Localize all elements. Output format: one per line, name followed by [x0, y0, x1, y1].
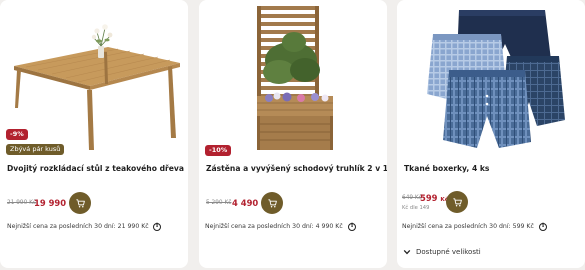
club-price: Kč dle 149 — [402, 205, 430, 211]
old-price: 5 290 Kč — [206, 200, 232, 206]
old-price: 21 990 Kč — [7, 200, 37, 206]
lowest-price-note: Nejnižší cena za posledních 30 dní: 599 … — [402, 223, 534, 230]
available-sizes-toggle[interactable]: Dostupné velikosti — [403, 248, 481, 256]
product-image-boxers[interactable] — [397, 0, 585, 156]
product-title[interactable]: Dvojitý rozkládací stůl z teakového dřev… — [7, 164, 185, 173]
low-stock-badge: Zbývá pár kusů — [6, 144, 65, 155]
lowest-price-note: Nejnižší cena za posledních 30 dní: 4 99… — [205, 223, 343, 230]
product-image-table[interactable] — [0, 0, 188, 156]
product-card-planter[interactable]: -10% Zástěna a vyvýšený schodový truhlík… — [199, 0, 387, 268]
add-to-cart-button[interactable] — [446, 191, 468, 213]
product-grid: -9% Zbývá pár kusů Dvojitý rozkládací st… — [0, 0, 585, 270]
cart-icon — [75, 198, 85, 207]
discount-badge: -9% — [6, 129, 28, 140]
current-price: 599 Kč — [420, 193, 448, 203]
discount-badge: -10% — [205, 145, 232, 156]
available-sizes-label: Dostupné velikosti — [416, 248, 481, 256]
cart-icon — [267, 198, 277, 207]
chevron-down-icon — [403, 249, 411, 255]
price-value: 19 990 — [34, 198, 67, 208]
lowest-price-note: Nejnižší cena za posledních 30 dní: 21 9… — [7, 223, 149, 230]
product-title[interactable]: Zástěna a vyvýšený schodový truhlík 2 v … — [206, 164, 387, 173]
old-price: 649 Kč — [402, 195, 422, 201]
add-to-cart-button[interactable] — [261, 192, 283, 214]
cart-icon — [452, 197, 462, 206]
info-icon[interactable]: i — [539, 223, 547, 231]
product-title[interactable]: Tkané boxerky, 4 ks — [404, 164, 582, 173]
info-icon[interactable]: i — [153, 223, 161, 231]
info-icon[interactable]: i — [348, 223, 356, 231]
add-to-cart-button[interactable] — [69, 192, 91, 214]
product-card-boxers[interactable]: Tkané boxerky, 4 ks 649 Kč 599 Kč Kč dle… — [397, 0, 585, 268]
product-image-planter[interactable] — [199, 0, 387, 156]
price-value: 4 490 — [232, 198, 259, 208]
price-value: 599 — [420, 193, 438, 203]
product-card-table[interactable]: -9% Zbývá pár kusů Dvojitý rozkládací st… — [0, 0, 188, 268]
